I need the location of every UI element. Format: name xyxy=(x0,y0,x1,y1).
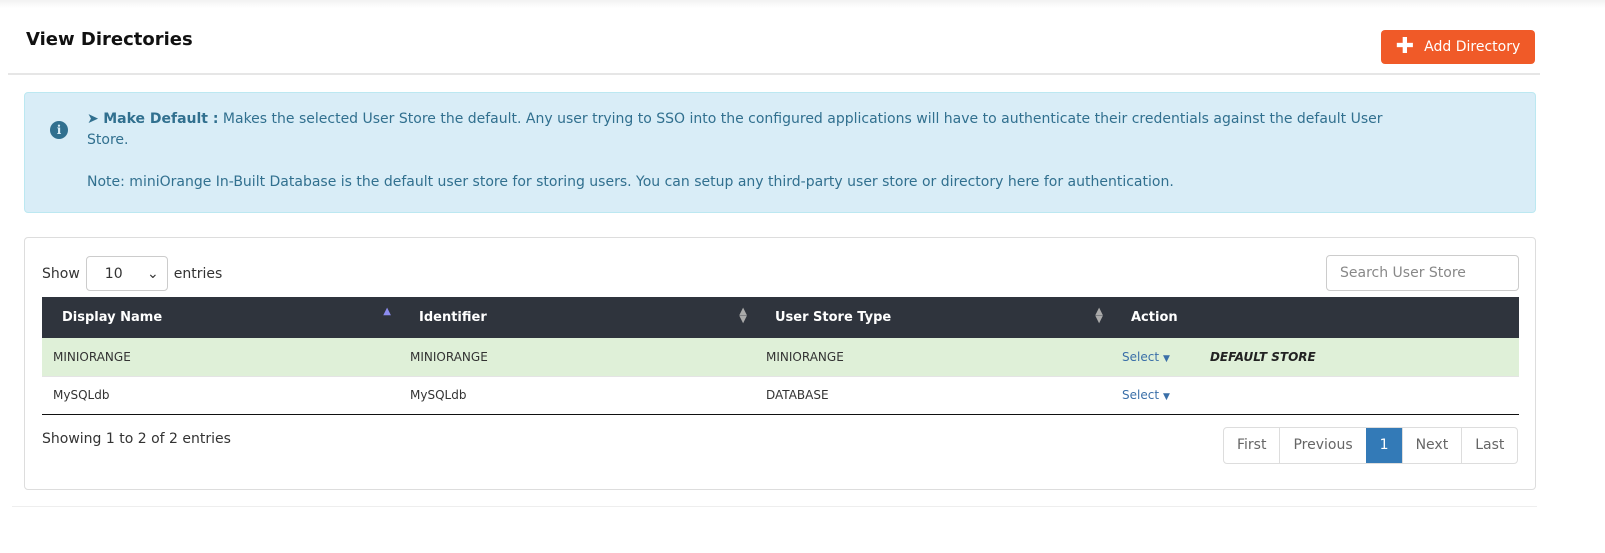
info-alert: i ➤ Make Default : Makes the selected Us… xyxy=(24,92,1536,213)
top-shade xyxy=(0,0,1605,8)
alert-note: Note: miniOrange In-Built Database is th… xyxy=(87,174,1174,190)
select-dropdown[interactable]: Select ▼ xyxy=(1122,350,1170,364)
sort-asc-icon: ▲ xyxy=(383,306,391,317)
entries-value: 10 xyxy=(104,265,123,282)
page-1[interactable]: 1 xyxy=(1365,428,1402,463)
directories-table: Display Name ▲ Identifier ▲ ▼ User Store Ty… xyxy=(42,297,1519,415)
caret-down-icon: ▼ xyxy=(1163,353,1170,364)
cell-identifier: MINIORANGE xyxy=(399,338,755,377)
directories-card: Show 10 ⌄ entries Display Name ▲ Identifie… xyxy=(24,237,1536,490)
search-input[interactable] xyxy=(1326,255,1519,291)
entries-label: entries xyxy=(173,265,223,282)
cell-identifier: MySQLdb xyxy=(399,376,755,415)
plus-icon: ✚ xyxy=(1395,34,1415,59)
column-action: Action xyxy=(1111,297,1519,338)
page-last[interactable]: Last xyxy=(1461,428,1517,463)
cell-display-name: MySQLdb xyxy=(42,376,399,415)
default-store-badge: DEFAULT STORE xyxy=(1209,349,1316,364)
cell-action: Select ▼ DEFAULT STORE xyxy=(1111,338,1519,377)
show-label: Show xyxy=(42,265,80,282)
pagination: First Previous 1 Next Last xyxy=(1223,427,1519,464)
sort-icon: ▲ ▼ xyxy=(739,306,747,325)
page-title: View Directories xyxy=(26,29,193,50)
column-label: Action xyxy=(1131,310,1178,325)
cell-display-name: MINIORANGE xyxy=(42,338,399,377)
table-info: Showing 1 to 2 of 2 entries xyxy=(42,431,231,447)
alert-text: Makes the selected User Store the defaul… xyxy=(87,111,1383,148)
entries-length: Show 10 ⌄ entries xyxy=(42,256,222,291)
alert-label: Make Default : xyxy=(103,111,219,127)
cell-action: Select ▼ xyxy=(1111,376,1519,415)
add-directory-label: Add Directory xyxy=(1424,39,1521,55)
table-row: MySQLdb MySQLdb DATABASE Select ▼ xyxy=(42,376,1519,415)
column-identifier[interactable]: Identifier ▲ ▼ xyxy=(399,297,755,338)
bottom-divider xyxy=(12,506,1537,507)
page-first[interactable]: First xyxy=(1224,428,1279,463)
pointer-icon: ➤ xyxy=(87,111,99,127)
table-row: MINIORANGE MINIORANGE MINIORANGE Select ▼… xyxy=(42,338,1519,377)
divider xyxy=(8,73,1540,75)
caret-down-icon: ▼ xyxy=(1163,392,1170,402)
cell-type: DATABASE xyxy=(755,376,1111,415)
cell-type: MINIORANGE xyxy=(755,338,1111,377)
column-display-name[interactable]: Display Name ▲ xyxy=(42,297,399,338)
page-next[interactable]: Next xyxy=(1401,428,1462,463)
column-label: Display Name xyxy=(62,310,163,325)
column-user-store-type[interactable]: User Store Type ▲ ▼ xyxy=(755,297,1111,338)
chevron-down-icon: ⌄ xyxy=(147,265,159,282)
column-label: User Store Type xyxy=(775,310,892,325)
entries-select[interactable]: 10 ⌄ xyxy=(85,256,168,291)
info-icon: i xyxy=(50,121,68,139)
select-label: Select xyxy=(1122,349,1160,364)
sort-icon: ▲ ▼ xyxy=(1095,306,1103,325)
page-previous[interactable]: Previous xyxy=(1279,428,1365,463)
select-dropdown[interactable]: Select ▼ xyxy=(1122,388,1170,402)
add-directory-button[interactable]: ✚ Add Directory xyxy=(1381,30,1535,64)
select-label: Select xyxy=(1122,388,1160,402)
column-label: Identifier xyxy=(419,310,487,325)
